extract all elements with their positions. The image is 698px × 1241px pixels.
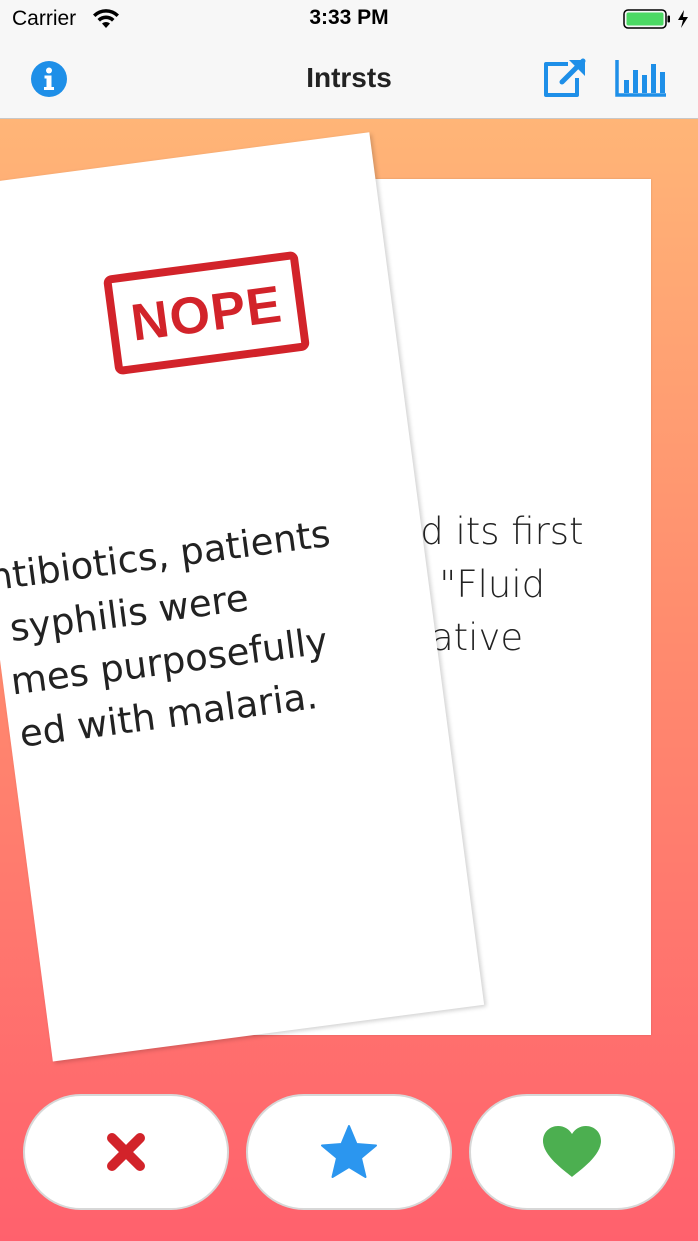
nope-stamp: NOPE	[102, 250, 311, 376]
app-screen: Carrier 3:33 PM Intrsts sold its first 9…	[0, 0, 698, 1241]
share-icon[interactable]	[542, 58, 588, 98]
navigation-bar: Intrsts	[0, 40, 698, 119]
card-stack-area: sold its first 95: "Fluid Creative s." N…	[0, 119, 698, 1241]
charging-bolt-icon	[678, 10, 688, 28]
close-icon	[107, 1133, 145, 1171]
heart-icon	[543, 1126, 601, 1177]
like-button[interactable]	[469, 1094, 675, 1210]
favorite-button[interactable]	[246, 1094, 452, 1210]
stats-icon[interactable]	[614, 58, 668, 98]
status-bar: Carrier 3:33 PM	[0, 0, 698, 40]
star-icon	[321, 1125, 377, 1178]
app-title: Intrsts	[306, 62, 392, 93]
status-time: 3:33 PM	[309, 6, 389, 29]
nope-button[interactable]	[23, 1094, 229, 1210]
battery-icon	[623, 9, 670, 29]
current-card-text: ntibiotics, patients syphilis were mes p…	[0, 499, 414, 760]
